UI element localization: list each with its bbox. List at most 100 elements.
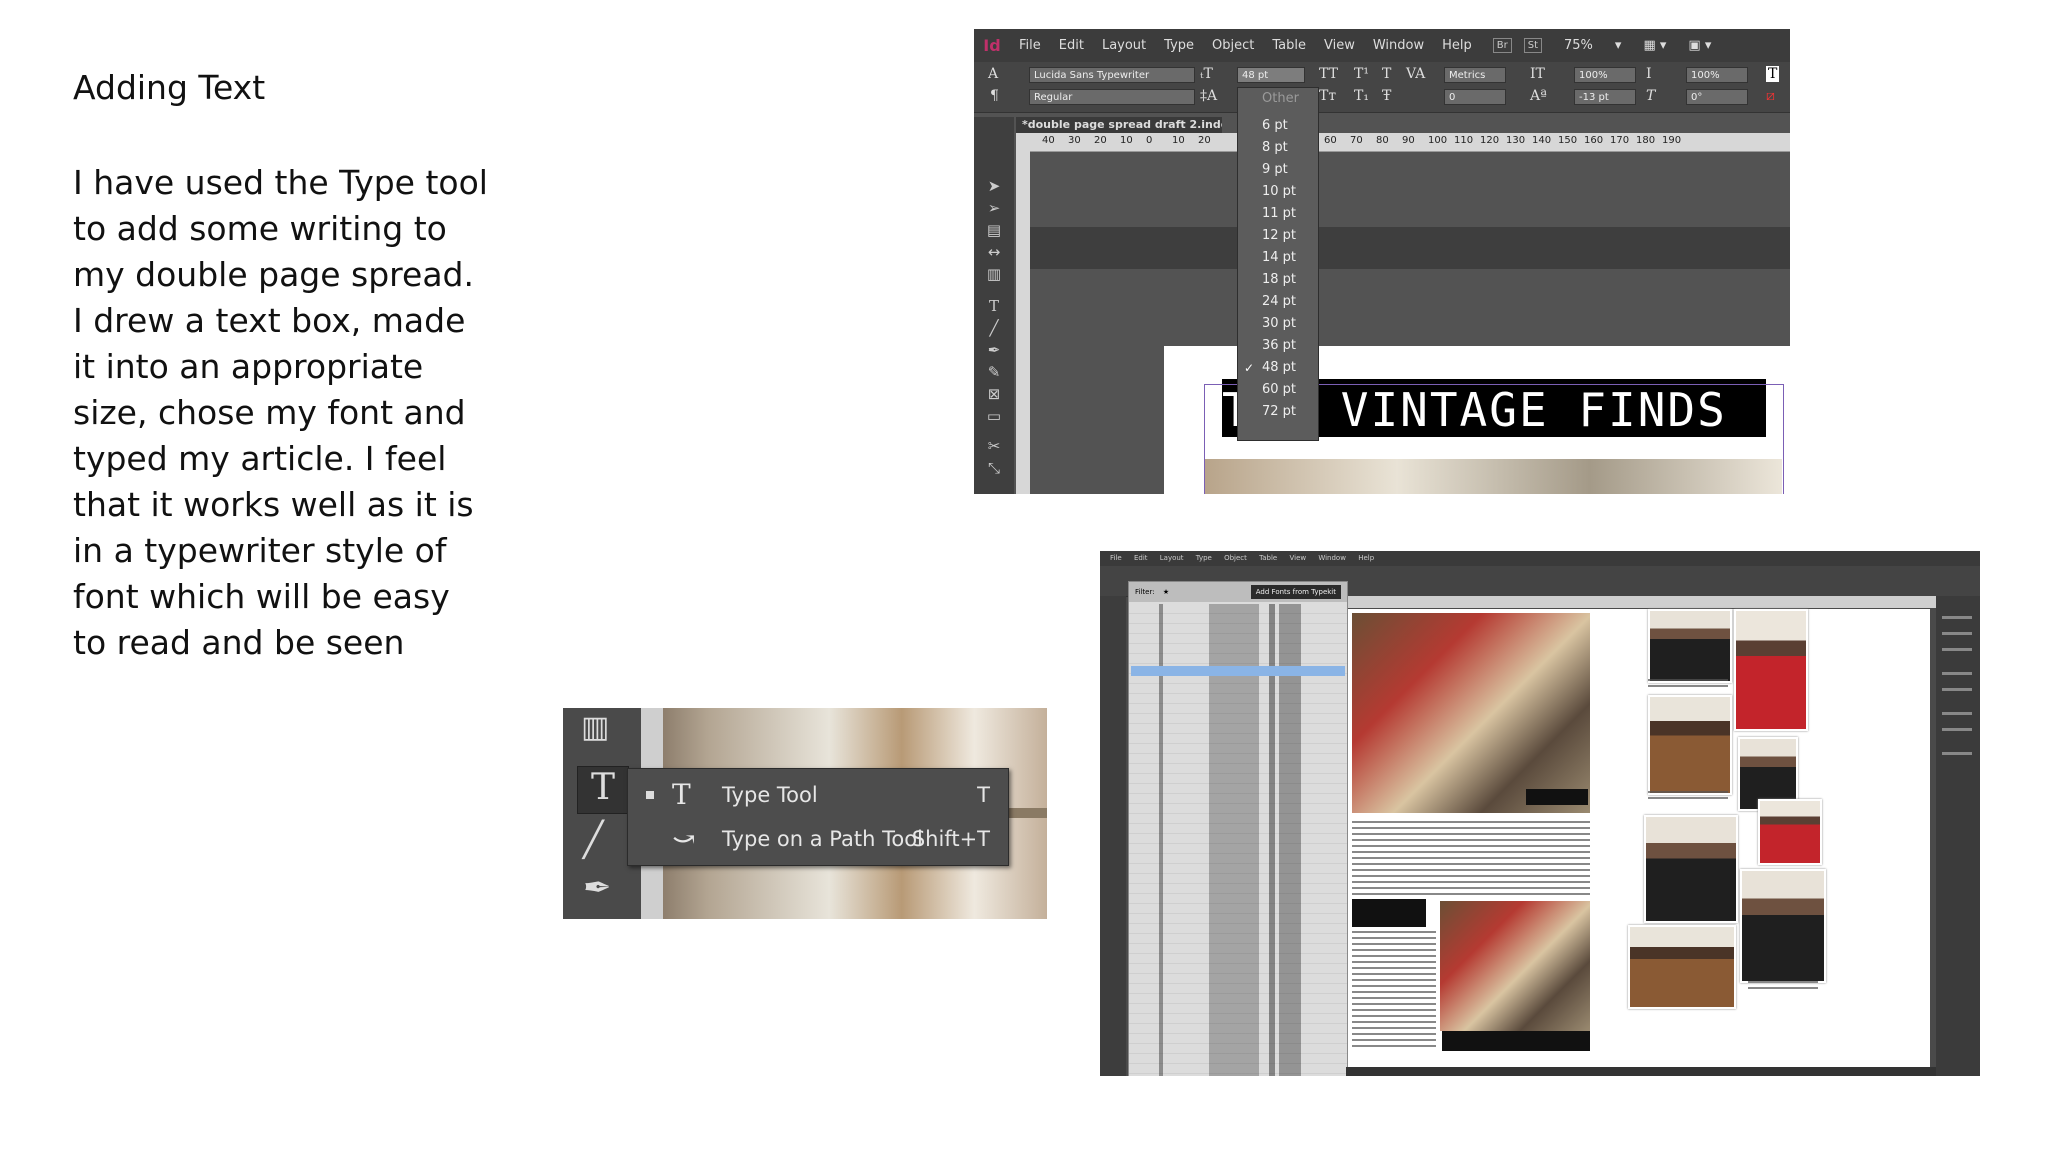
scissors-tool-icon[interactable]: ✂ [982,437,1006,455]
menu-edit[interactable]: Edit [1050,38,1093,53]
model-caption [1748,981,1818,993]
line-tool-icon[interactable]: ╱ [583,820,603,860]
size-option-selected[interactable]: ✓ 48 pt [1238,357,1318,379]
rectangle-frame-tool-icon[interactable]: ⊠ [982,385,1006,403]
line-tool-icon[interactable]: ╱ [982,319,1006,337]
shop-interior-photo [1352,613,1590,813]
right-panel-dock [1936,596,1980,1076]
menu-file[interactable]: File [1110,554,1122,562]
size-option[interactable]: 14 pt [1238,247,1318,269]
indesign-logo: Id [983,36,1001,55]
zoom-dropdown-icon[interactable]: ▾ [1615,38,1622,53]
size-option[interactable]: 72 pt [1238,401,1318,423]
model-caption [1648,679,1728,691]
size-option[interactable]: 10 pt [1238,181,1318,203]
menu-table[interactable]: Table [1263,38,1315,53]
screen-mode-icon[interactable]: ▦ ▾ [1643,38,1666,53]
menu-help[interactable]: Help [1433,38,1481,53]
type-tool-icon[interactable]: T [577,766,629,814]
size-option[interactable]: 12 pt [1238,225,1318,247]
gap-tool-icon[interactable]: ↔ [982,243,1006,261]
menu-layout[interactable]: Layout [1160,554,1184,562]
slide-body-text: I have used the Type tool to add some wr… [73,163,488,662]
size-option[interactable]: 8 pt [1238,137,1318,159]
pencil-tool-icon[interactable]: ✎ [982,363,1006,381]
menu-view[interactable]: View [1315,38,1364,53]
add-fonts-typekit-button[interactable]: Add Fonts from Typekit [1250,585,1341,599]
panel-links-icon[interactable] [1942,648,1972,651]
bridge-button[interactable]: Br [1492,38,1512,53]
direct-selection-tool-icon[interactable]: ➢ [982,199,1006,217]
size-option[interactable]: 11 pt [1238,203,1318,225]
paragraph-mode-icon[interactable]: ¶ [990,88,999,104]
menu-table[interactable]: Table [1259,554,1277,562]
menu-object[interactable]: Object [1203,38,1263,53]
font-family-field[interactable]: Lucida Sans Typewriter [1029,67,1195,83]
content-collector-icon[interactable]: ▥ [982,265,1006,283]
skew-icon: 𝑇 [1646,88,1656,104]
size-option[interactable]: 24 pt [1238,291,1318,313]
menu-object[interactable]: Object [1224,554,1247,562]
selection-tool-icon[interactable]: ➤ [982,177,1006,195]
menu-type[interactable]: Type [1155,38,1203,53]
panel-stroke-icon[interactable] [1942,672,1972,675]
panel-swatches-icon[interactable] [1942,712,1972,715]
text-fill-icon[interactable]: T [1766,66,1780,82]
type-on-path-tool-option[interactable]: ⤻ Type on a Path Tool Shift+T [628,819,1008,859]
tools-panel [1100,596,1126,1076]
panel-layers-icon[interactable] [1942,632,1972,635]
size-option[interactable]: 18 pt [1238,269,1318,291]
menu-type[interactable]: Type [1196,554,1212,562]
kerning-field[interactable]: Metrics [1444,67,1506,83]
size-option[interactable]: 36 pt [1238,335,1318,357]
superscript-icon[interactable]: T¹ [1354,66,1369,82]
size-option[interactable]: 9 pt [1238,159,1318,181]
document-tab[interactable]: *double page spread draft 2.indd @ 7 [1016,117,1222,133]
favorite-star-icon[interactable]: ★ [1163,588,1169,596]
vertical-scale-field[interactable]: 100% [1574,67,1636,83]
menu-layout[interactable]: Layout [1093,38,1155,53]
skew-field[interactable]: 0° [1686,89,1748,105]
arrange-documents-icon[interactable]: ▣ ▾ [1688,38,1711,53]
horizontal-scale-field[interactable]: 100% [1686,67,1748,83]
stock-button[interactable]: St [1523,38,1543,53]
size-option[interactable]: 30 pt [1238,313,1318,335]
small-caps-icon[interactable]: Tт [1319,88,1336,104]
stroke-none-icon[interactable]: ⧄ [1766,88,1775,104]
subscript-icon[interactable]: T₁ [1354,88,1369,104]
menu-window[interactable]: Window [1318,554,1346,562]
menu-window[interactable]: Window [1364,38,1433,53]
ruler-tick: 70 [1350,135,1363,146]
pen-tool-icon[interactable]: ✒ [982,341,1006,359]
panel-cc-libraries-icon[interactable] [1942,728,1972,731]
type-tool-option[interactable]: T Type Tool T [628,775,1008,815]
zoom-level[interactable]: 75% [1564,38,1593,53]
underline-icon[interactable]: T [1382,66,1391,82]
size-option[interactable]: 6 pt [1238,115,1318,137]
panel-pages-icon[interactable] [1942,616,1972,619]
menu-edit[interactable]: Edit [1134,554,1148,562]
ruler-tick: 150 [1558,135,1578,146]
menu-file[interactable]: File [1010,38,1050,53]
menu-help[interactable]: Help [1358,554,1374,562]
font-size-field[interactable]: 48 pt [1237,67,1305,83]
baseline-shift-field[interactable]: -13 pt [1574,89,1636,105]
rectangle-tool-icon[interactable]: ▭ [982,407,1006,425]
all-caps-icon[interactable]: TT [1319,66,1338,82]
font-style-field[interactable]: Regular [1029,89,1195,105]
character-mode-icon[interactable]: A [988,66,998,82]
panel-color-icon[interactable] [1942,688,1972,691]
ruler-tick: 180 [1636,135,1656,146]
free-transform-tool-icon[interactable]: ⤡ [982,459,1006,477]
pen-tool-icon[interactable]: ✒ [583,868,612,908]
menu-view[interactable]: View [1289,554,1306,562]
page-tool-icon[interactable]: ▤ [982,221,1006,239]
strikethrough-icon[interactable]: Ŧ [1382,88,1391,104]
tracking-field[interactable]: 0 [1444,89,1506,105]
size-option[interactable]: 60 pt [1238,379,1318,401]
panel-paragraph-icon[interactable] [1942,752,1972,755]
content-collector-icon[interactable]: ▥ [581,710,609,745]
horizontal-scrollbar[interactable] [1346,1067,1936,1076]
type-tool-icon[interactable]: T [982,297,1006,315]
selected-font-row[interactable] [1131,666,1345,676]
